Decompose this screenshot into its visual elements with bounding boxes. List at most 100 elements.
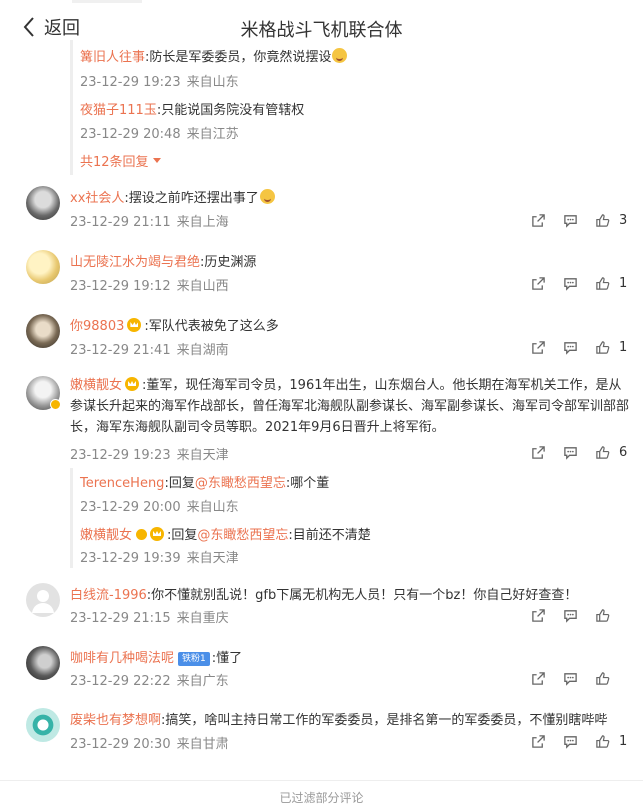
comment-content: xx社会人:摆设之前咋还摆出事了: [70, 187, 275, 206]
avatar[interactable]: [26, 583, 60, 617]
like-count: 3: [619, 212, 628, 228]
reply-prefix: :回复: [167, 528, 198, 543]
share-icon: [531, 608, 545, 622]
comment-nickname[interactable]: 嫩横靓女: [70, 378, 122, 393]
reply-date: 23-12-29 20:00: [80, 500, 181, 515]
comment-actions: 1: [521, 731, 629, 751]
like-button[interactable]: [587, 668, 617, 688]
cry-laugh-emoji-icon: [332, 48, 348, 63]
more-replies-label: 共12条回复: [80, 155, 149, 170]
avatar[interactable]: [26, 186, 60, 220]
mention-link[interactable]: @东瞰愁西望忘: [195, 476, 286, 491]
comment-actions: [521, 668, 629, 688]
comment-meta: 23-12-29 21:41 来自湖南: [70, 339, 229, 358]
filtered-notice: 已过滤部分评论: [279, 791, 364, 805]
share-button[interactable]: [523, 337, 553, 357]
reply-nickname[interactable]: TerenceHeng: [80, 476, 164, 491]
comment-actions: 1: [521, 273, 629, 293]
default-avatar-icon: [32, 590, 54, 613]
vip-crown-icon: [125, 377, 140, 391]
reply-meta: 23-12-29 20:00 来自山东: [80, 496, 239, 515]
like-count: 1: [619, 339, 628, 355]
comment-nickname[interactable]: 咖啡有几种喝法呢: [70, 651, 174, 666]
comment-button[interactable]: [555, 731, 585, 751]
avatar[interactable]: [26, 314, 60, 348]
share-button[interactable]: [523, 210, 553, 230]
reply-text: :防长是军委委员，你竟然说摆设: [145, 50, 332, 65]
comment-text: :你不懂就别乱说！gfb下属无机构无人员！只有一个bz！你自己好好查查！: [146, 588, 578, 603]
comment-content: 废柴也有梦想啊:搞笑，啥叫主持日常工作的军委委员，是排名第一的军委委员，不懂别瞎…: [70, 709, 607, 728]
comment-meta: 23-12-29 22:22 来自广东: [70, 670, 229, 689]
share-icon: [531, 276, 545, 290]
comment-location: 来自湖南: [176, 343, 229, 358]
comment-icon: [563, 609, 577, 623]
comment-icon: [563, 446, 577, 460]
share-button[interactable]: [523, 668, 553, 688]
comment-actions: 6: [521, 442, 629, 462]
share-button[interactable]: [523, 605, 553, 625]
share-icon: [531, 734, 545, 748]
like-button[interactable]: [587, 210, 617, 230]
page-title: 米格战斗飞机联合体: [240, 20, 403, 41]
comment-button[interactable]: [555, 273, 585, 293]
like-count: 1: [619, 275, 628, 291]
thumbs-up-icon: [595, 276, 609, 290]
comment-meta: 23-12-29 20:30 来自甘肃: [70, 733, 229, 752]
sub-reply: 嫩横靓女 :回复@东瞰愁西望忘:目前还不清楚: [80, 524, 371, 543]
reply-prefix: :回复: [164, 476, 195, 491]
reply-thread-divider: [70, 468, 73, 568]
comment-nickname[interactable]: xx社会人: [70, 191, 124, 206]
share-icon: [531, 213, 545, 227]
like-button[interactable]: [587, 337, 617, 357]
like-button[interactable]: [587, 731, 617, 751]
caret-down-icon: [152, 158, 161, 163]
thumbs-up-icon: [595, 340, 609, 354]
comment-location: 来自广东: [176, 674, 229, 689]
comment-content: 嫩横靓女:董军，现任海军司令员，1961年出生，山东烟台人。他长期在海军机关工作…: [70, 375, 630, 438]
like-button[interactable]: [587, 605, 617, 625]
avatar[interactable]: [26, 250, 60, 284]
comment-text: :军队代表被免了这么多: [144, 319, 279, 334]
like-button[interactable]: [587, 273, 617, 293]
reply-location: 来自天津: [186, 551, 239, 566]
share-icon: [531, 671, 545, 685]
avatar[interactable]: [26, 646, 60, 680]
share-button[interactable]: [523, 442, 553, 462]
comment-location: 来自山西: [176, 279, 229, 294]
comment-content: 山无陵江水为竭与君绝:历史渊源: [70, 251, 256, 270]
comment-nickname[interactable]: 白线流-1996: [70, 588, 147, 603]
like-count: 1: [619, 733, 628, 749]
verified-badge-icon: [50, 399, 61, 410]
reply-nickname[interactable]: 夜猫子111玉: [80, 103, 157, 118]
comment-nickname[interactable]: 废柴也有梦想啊: [70, 713, 161, 728]
reply-text: :哪个董: [285, 476, 330, 491]
more-replies-link[interactable]: 共12条回复: [80, 151, 161, 170]
comment-button[interactable]: [555, 442, 585, 462]
comment-actions: 1: [521, 337, 629, 357]
reply-text: :目前还不清楚: [288, 528, 371, 543]
comment-text: :懂了: [211, 651, 243, 666]
comment-date: 23-12-29 22:22: [70, 674, 171, 689]
comment-location: 来自甘肃: [176, 737, 229, 752]
comment-actions: [521, 605, 629, 625]
comment-text: :搞笑，啥叫主持日常工作的军委委员，是排名第一的军委委员，不懂别瞎哔哔: [161, 713, 608, 728]
reply-date: 23-12-29 19:23: [80, 75, 181, 90]
share-button[interactable]: [523, 731, 553, 751]
reply-nickname[interactable]: 篝旧人往事: [80, 50, 145, 65]
reply-location: 来自山东: [186, 500, 239, 515]
avatar[interactable]: [26, 708, 60, 742]
comment-button[interactable]: [555, 337, 585, 357]
share-button[interactable]: [523, 273, 553, 293]
comment-button[interactable]: [555, 605, 585, 625]
comment-button[interactable]: [555, 668, 585, 688]
comment-button[interactable]: [555, 210, 585, 230]
comment-nickname[interactable]: 山无陵江水为竭与君绝: [70, 255, 200, 270]
comment-location: 来自重庆: [176, 611, 229, 626]
comment-nickname[interactable]: 你98803: [70, 319, 124, 334]
like-button[interactable]: [587, 442, 617, 462]
sub-reply: 夜猫子111玉:只能说国务院没有管辖权: [80, 99, 304, 118]
reply-nickname[interactable]: 嫩横靓女: [80, 528, 132, 543]
vip-crown-icon: [150, 527, 165, 541]
comment-meta: 23-12-29 19:12 来自山西: [70, 275, 229, 294]
mention-link[interactable]: @东瞰愁西望忘: [197, 528, 288, 543]
